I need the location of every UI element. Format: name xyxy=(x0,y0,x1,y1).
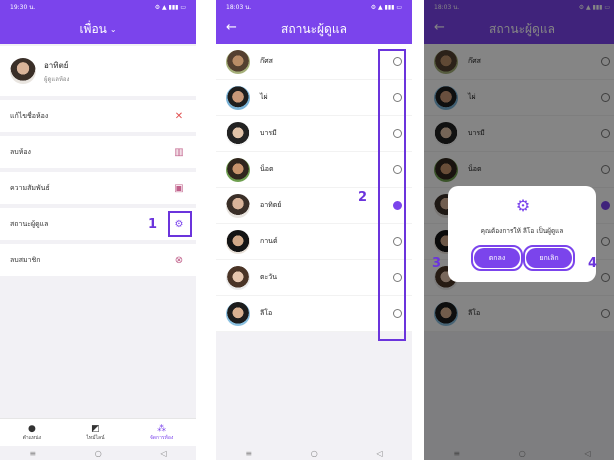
dialog-message: คุณต้องการให้ ลีโอ เป็นผู้ดูแล xyxy=(480,227,564,235)
confirm-dialog: ⚙ คุณต้องการให้ ลีโอ เป็นผู้ดูแล ตกลง ยก… xyxy=(448,186,596,282)
highlight-ring xyxy=(471,245,523,271)
avatar xyxy=(226,49,250,74)
admin-user-gear-icon: ⚙ xyxy=(515,196,531,215)
avatar xyxy=(226,85,250,110)
member-name: อาทิตย์ xyxy=(260,201,282,209)
app-bar: ← สถานะผู้ดูแล xyxy=(216,14,412,44)
member-name: ตะวัน xyxy=(260,273,278,281)
back-arrow-icon[interactable]: ← xyxy=(226,20,237,35)
avatar xyxy=(226,301,250,326)
status-bar: 19:30 น. ⚙ ▲ ▮▮▮ ▭ xyxy=(0,0,196,14)
menu-item-delete-room[interactable]: ลบห้อง ▥ xyxy=(0,136,196,168)
menu-item-rename-room[interactable]: แก้ไขชื่อห้อง ✕ xyxy=(0,100,196,132)
avatar xyxy=(226,265,250,290)
member-name: ก๊ศส xyxy=(260,57,273,65)
wrench-icon: ✕ xyxy=(174,110,184,122)
system-nav-bar: ≡ ○ ◁ xyxy=(0,446,196,460)
nav-label: จัดการห้อง xyxy=(149,434,174,441)
step-number-4: 4 xyxy=(588,256,598,271)
status-icons: ⚙ ▲ ▮▮▮ ▭ xyxy=(154,3,186,11)
member-name: บารมี xyxy=(260,129,277,137)
member-name: น็อต xyxy=(260,165,274,173)
menu-item-admin-status[interactable]: สถานะผู้ดูแล ⚙ 1 xyxy=(0,208,196,240)
back-icon[interactable]: ◁ xyxy=(376,449,382,458)
system-nav-bar: ≡ ○ ◁ xyxy=(216,446,412,460)
step-number-2: 2 xyxy=(358,190,368,205)
menu-icon[interactable]: ≡ xyxy=(245,449,252,458)
menu-item-remove-member[interactable]: ลบสมาชิก ⊗ xyxy=(0,244,196,276)
highlight-box xyxy=(378,49,406,341)
timeline-icon: ◩ xyxy=(91,423,100,434)
menu-item-relationship[interactable]: ความสัมพันธ์ ▣ xyxy=(0,172,196,204)
menu-label: แก้ไขชื่อห้อง xyxy=(10,111,49,120)
user-role: ผู้ดูแลห้อง xyxy=(44,75,70,83)
avatar xyxy=(226,121,250,146)
avatar xyxy=(226,157,250,182)
nav-label: ไทม์ไลน์ xyxy=(86,434,105,441)
avatar xyxy=(226,193,250,218)
user-name: อาทิตย์ xyxy=(44,60,69,70)
nav-label: ตำแหน่ง xyxy=(22,434,42,441)
menu-label: สถานะผู้ดูแล xyxy=(10,219,49,228)
avatar xyxy=(10,58,36,84)
bottom-navigation: ● ตำแหน่ง ◩ ไทม์ไลน์ ⁂ จัดการห้อง xyxy=(0,418,196,446)
menu-label: ลบสมาชิก xyxy=(10,255,41,264)
status-time: 18:03 น. xyxy=(226,4,252,11)
highlight-ring xyxy=(523,245,575,271)
close-circle-icon: ⊗ xyxy=(174,254,184,266)
nav-location[interactable]: ● ตำแหน่ง xyxy=(23,424,41,442)
page-title: สถานะผู้ดูแล xyxy=(281,21,347,36)
back-icon[interactable]: ◁ xyxy=(160,449,166,458)
current-user-row: อาทิตย์ ผู้ดูแลห้อง xyxy=(0,46,196,96)
menu-label: ความสัมพันธ์ xyxy=(10,183,50,192)
contact-card-icon: ▣ xyxy=(174,182,184,194)
status-time: 19:30 น. xyxy=(10,4,36,11)
member-name: ลีโอ xyxy=(260,309,273,317)
trash-icon: ▥ xyxy=(174,146,184,158)
phone-room-settings: 19:30 น. ⚙ ▲ ▮▮▮ ▭ เพื่อน ⌄ อาทิตย์ ผู้ด… xyxy=(0,0,196,460)
nav-timeline[interactable]: ◩ ไทม์ไลน์ xyxy=(86,424,104,442)
status-bar: 18:03 น. ⚙ ▲ ▮▮▮ ▭ xyxy=(216,0,412,14)
step-number-3: 3 xyxy=(432,256,442,271)
tutorial-stage: 19:30 น. ⚙ ▲ ▮▮▮ ▭ เพื่อน ⌄ อาทิตย์ ผู้ด… xyxy=(0,0,614,460)
manage-group-icon: ⁂ xyxy=(157,423,167,434)
home-icon[interactable]: ○ xyxy=(311,449,318,458)
page-title[interactable]: เพื่อน xyxy=(79,20,106,39)
member-name: ไผ่ xyxy=(260,93,268,101)
menu-icon[interactable]: ≡ xyxy=(29,449,36,458)
step-number-1: 1 xyxy=(148,217,158,232)
nav-manage-room[interactable]: ⁂ จัดการห้อง xyxy=(150,424,173,442)
menu-label: ลบห้อง xyxy=(10,147,31,156)
highlight-box xyxy=(168,211,192,237)
status-icons: ⚙ ▲ ▮▮▮ ▭ xyxy=(370,3,402,11)
member-name: กานต์ xyxy=(260,237,278,245)
phone-confirm-dialog: 18:03 น. ⚙ ▲ ▮▮▮ ▭ ← สถานะผู้ดูแล ก๊ศส ไ… xyxy=(424,0,614,460)
location-pin-icon: ● xyxy=(27,423,36,434)
home-icon[interactable]: ○ xyxy=(95,449,102,458)
avatar xyxy=(226,229,250,254)
chevron-down-icon[interactable]: ⌄ xyxy=(110,25,117,34)
app-bar: เพื่อน ⌄ xyxy=(0,14,196,44)
